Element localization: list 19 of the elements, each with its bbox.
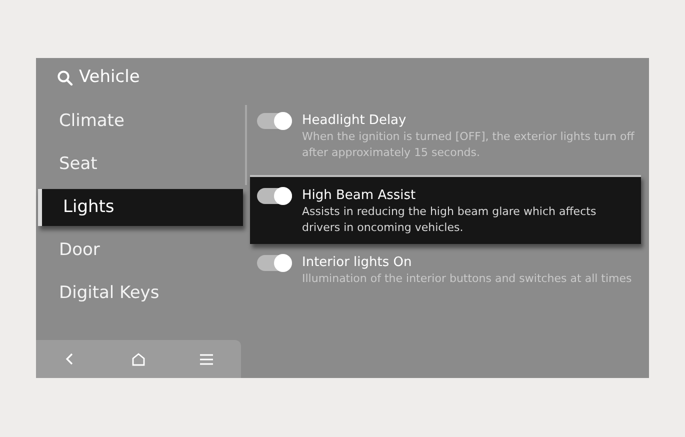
- setting-description: When the ignition is turned [OFF], the exterior lights turn off after approximately 15 seconds.: [302, 129, 636, 161]
- menu-item[interactable]: Climate: [36, 100, 244, 143]
- toggle-switch[interactable]: [257, 255, 292, 271]
- setting-title: High Beam Assist: [302, 187, 417, 204]
- menu-item[interactable]: Digital Keys: [36, 272, 244, 315]
- home-icon: [130, 352, 146, 366]
- setting-description: Illumination of the interior buttons and switches at all times: [302, 271, 632, 287]
- menu-item[interactable]: Door: [36, 229, 244, 272]
- toggle-switch[interactable]: [257, 188, 292, 204]
- setting-description: Assists in reducing the high beam glare which affects drivers in oncoming vehicles.: [302, 204, 598, 236]
- menu-icon: [199, 352, 214, 366]
- menu-item[interactable]: Lights: [38, 189, 243, 226]
- setting-card[interactable]: High Beam Assist Assists in reducing the high beam glare which affects drivers in oncoming vehicles.: [250, 175, 641, 244]
- setting-title: Interior lights On: [302, 254, 413, 271]
- setting-title: Headlight Delay: [302, 112, 408, 129]
- toggle-switch[interactable]: [257, 113, 292, 129]
- search-icon: [57, 70, 73, 86]
- menu-item[interactable]: Seat: [36, 143, 244, 186]
- header-title: Vehicle: [79, 66, 140, 90]
